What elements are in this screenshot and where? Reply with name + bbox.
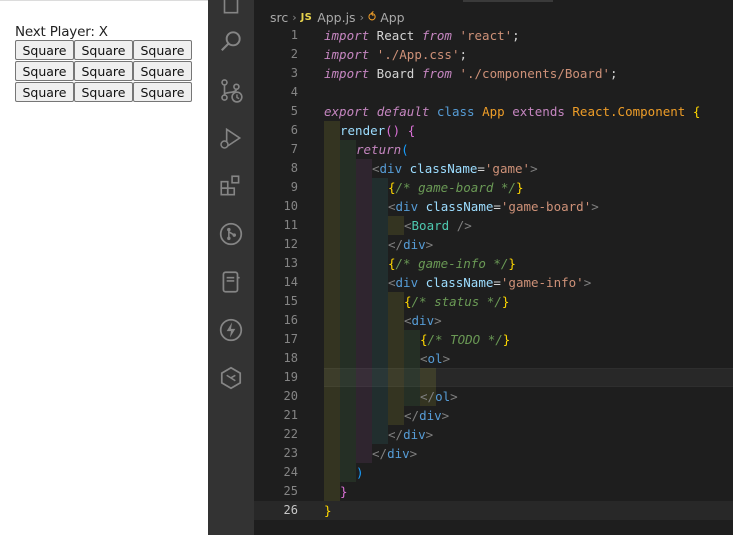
board-row: Square Square Square <box>15 61 192 82</box>
code-line[interactable]: {/* status */} <box>254 292 733 311</box>
code-line[interactable]: } <box>254 482 733 501</box>
code-line[interactable]: <div className='game'> <box>254 159 733 178</box>
square-button[interactable]: Square <box>74 61 133 81</box>
code-editor-window: src › JS App.js › ⥀ App 1 2 3 4 5 6 7 8 … <box>208 0 733 535</box>
code-line[interactable]: export default class App extends React.C… <box>254 102 733 121</box>
active-tab-indicator <box>463 0 553 2</box>
breadcrumb-folder[interactable]: src <box>270 10 288 25</box>
code-line[interactable]: ) <box>254 463 733 482</box>
board-row: Square Square Square <box>15 82 192 103</box>
code-line[interactable]: </div> <box>254 444 733 463</box>
extensions-icon[interactable] <box>217 172 245 200</box>
code-line[interactable]: {/* game-info */} <box>254 254 733 273</box>
javascript-file-icon: JS <box>300 11 313 23</box>
code-line[interactable]: <ol> <box>254 349 733 368</box>
chevron-right-icon: › <box>292 10 297 24</box>
code-line[interactable]: </div> <box>254 235 733 254</box>
run-debug-icon[interactable] <box>217 124 245 152</box>
search-icon[interactable] <box>217 27 245 55</box>
remote-icon[interactable] <box>217 364 245 392</box>
square-button[interactable]: Square <box>74 82 133 102</box>
git-graph-icon[interactable] <box>217 220 245 248</box>
breadcrumb-symbol[interactable]: App <box>380 10 404 25</box>
thunder-icon[interactable] <box>217 316 245 344</box>
code-line[interactable]: </ol> <box>254 387 733 406</box>
square-button[interactable]: Square <box>74 40 133 60</box>
code-line[interactable]: } <box>254 501 733 520</box>
activity-bar <box>208 0 254 535</box>
square-button[interactable]: Square <box>15 61 74 81</box>
code-line[interactable]: import './App.css'; <box>254 45 733 64</box>
chevron-right-icon: › <box>359 10 364 24</box>
line-number: 4 <box>290 85 298 99</box>
square-button[interactable]: Square <box>133 82 192 102</box>
square-button[interactable]: Square <box>133 40 192 60</box>
breadcrumb-file[interactable]: App.js <box>317 10 355 25</box>
notebook-icon[interactable] <box>217 268 245 296</box>
breadcrumb: src › JS App.js › ⥀ App <box>254 6 733 28</box>
source-control-icon[interactable] <box>217 76 245 104</box>
square-button[interactable]: Square <box>15 40 74 60</box>
code-line[interactable]: <div className='game-board'> <box>254 197 733 216</box>
browser-preview: Next Player: X Square Square Square Squa… <box>0 0 208 535</box>
code-line[interactable]: return( <box>254 140 733 159</box>
code-line[interactable]: {/* TODO */} <box>254 330 733 349</box>
square-button[interactable]: Square <box>15 82 74 102</box>
code-line[interactable]: </div> <box>254 425 733 444</box>
line-number: 19 <box>283 370 298 384</box>
square-button[interactable]: Square <box>133 61 192 81</box>
code-area[interactable]: 1 2 3 4 5 6 7 8 9 10 11 12 13 14 15 16 1… <box>254 26 733 535</box>
explorer-icon[interactable] <box>217 0 245 18</box>
code-line[interactable]: import Board from './components/Board'; <box>254 64 733 83</box>
board-row: Square Square Square <box>15 40 192 61</box>
code-line[interactable]: <div className='game-info'> <box>254 273 733 292</box>
code-line[interactable]: {/* game-board */} <box>254 178 733 197</box>
preview-top-border <box>0 0 208 4</box>
code-line[interactable]: <Board /> <box>254 216 733 235</box>
game-status: Next Player: X <box>15 24 108 40</box>
code-line[interactable]: <div> <box>254 311 733 330</box>
class-symbol-icon: ⥀ <box>367 10 377 24</box>
game-board: Square Square Square Square Square Squar… <box>15 40 192 103</box>
code-line[interactable]: </div> <box>254 406 733 425</box>
code-line[interactable]: import React from 'react'; <box>254 26 733 45</box>
code-line[interactable]: render() { <box>254 121 733 140</box>
